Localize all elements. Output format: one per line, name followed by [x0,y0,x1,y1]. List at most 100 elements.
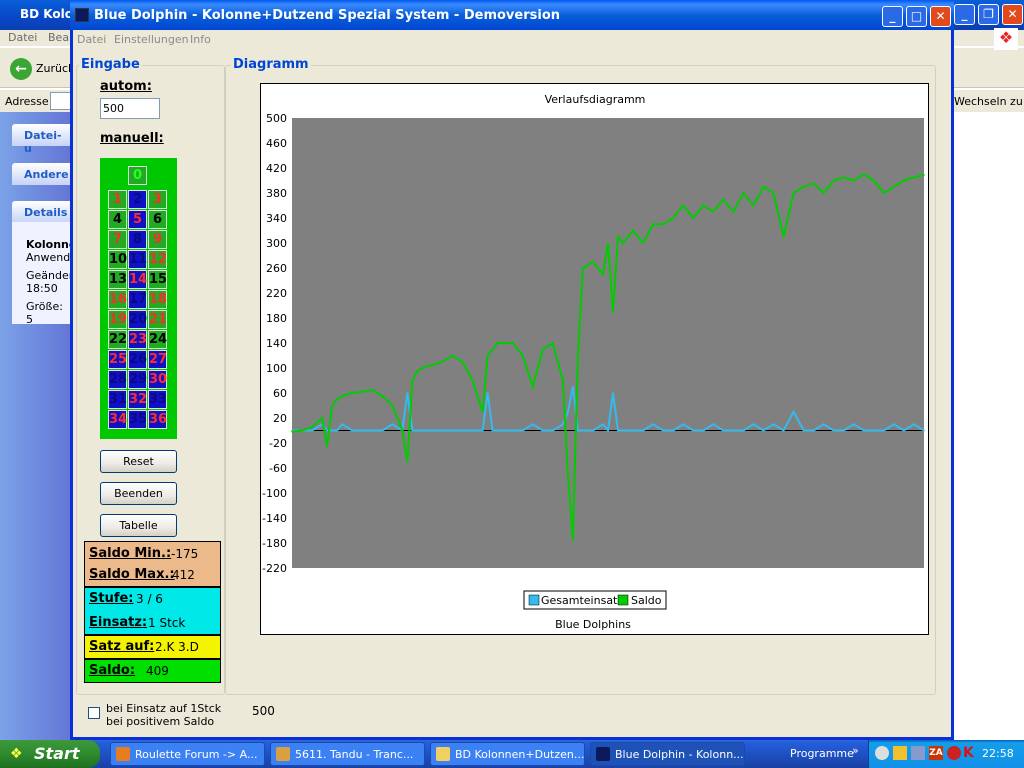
number-5[interactable]: 5 [128,210,147,229]
task-pane-header-files[interactable]: Datei- u [12,124,72,155]
tabelle-button[interactable]: Tabelle [100,514,177,537]
task-roulette-forum[interactable]: Roulette Forum -> A... [110,742,265,766]
bg-close-icon[interactable]: ✕ [1002,4,1023,25]
data-point-saldo [913,176,915,179]
number-1[interactable]: 1 [108,190,127,209]
programme-toolbar[interactable]: Programme [790,747,854,760]
clock[interactable]: 22:58 [982,747,1014,760]
minimize-icon[interactable]: _ [882,6,903,27]
number-13[interactable]: 13 [108,270,127,289]
maximize-icon[interactable]: □ [906,6,927,27]
einsatz-checkbox[interactable] [88,707,100,719]
network-icon[interactable] [893,746,907,760]
data-point-gesamteinsatz [421,429,424,432]
number-32[interactable]: 32 [128,390,147,409]
number-20[interactable]: 20 [128,310,147,329]
data-point-gesamteinsatz [742,429,745,432]
number-36[interactable]: 36 [148,410,167,429]
expand-chevron-icon[interactable]: » [852,744,859,757]
data-point-gesamteinsatz [541,429,544,432]
number-6[interactable]: 6 [148,210,167,229]
wechseln-button[interactable]: Wechseln zu [954,95,1023,108]
number-10[interactable]: 10 [108,250,127,269]
data-point-gesamteinsatz [552,429,554,432]
number-12[interactable]: 12 [148,250,167,269]
back-button-label[interactable]: Zurück [36,62,74,75]
number-0[interactable]: 0 [128,166,147,185]
number-29[interactable]: 29 [128,370,147,389]
task-bd-kolonnen[interactable]: BD Kolonnen+Dutzen... [430,742,585,766]
y-tick-label: 20 [273,412,287,425]
bg-menu-bearbeiten[interactable]: Bea [48,31,69,44]
number-28[interactable]: 28 [108,370,127,389]
speaker-icon[interactable] [875,746,889,760]
number-33[interactable]: 33 [148,390,167,409]
stufe-einsatz-panel: Stufe: 3 / 6 Einsatz: 1 Stck [84,587,221,635]
data-point-gesamteinsatz [652,423,654,426]
zonealarm-icon[interactable]: ZA [929,746,943,760]
shield-icon[interactable] [947,746,961,760]
back-arrow-icon[interactable]: ← [10,58,32,80]
data-point-saldo [421,367,424,369]
number-27[interactable]: 27 [148,350,167,369]
number-23[interactable]: 23 [128,330,147,349]
kaspersky-icon[interactable]: K [963,745,974,761]
number-14[interactable]: 14 [128,270,147,289]
data-point-gesamteinsatz [842,429,845,432]
details-name: Kolonne [26,238,77,251]
menu-einstellungen[interactable]: Einstellungen [114,33,189,46]
data-point-saldo [461,360,464,363]
data-point-gesamteinsatz [582,429,584,432]
autom-input[interactable] [100,98,160,119]
task-tandu[interactable]: 5611. Tandu - Tranc... [270,742,425,766]
number-16[interactable]: 16 [108,290,127,309]
app-icon [596,747,610,761]
number-26[interactable]: 26 [128,350,147,369]
address-label: Adresse [5,95,49,108]
menu-datei[interactable]: Datei [77,33,106,46]
number-22[interactable]: 22 [108,330,127,349]
data-point-saldo [893,185,895,188]
number-35[interactable]: 35 [128,410,147,429]
data-point-saldo [451,354,454,357]
number-2[interactable]: 2 [128,190,147,209]
number-21[interactable]: 21 [148,310,167,329]
data-point-gesamteinsatz [381,429,384,432]
eingabe-label: Eingabe [79,57,142,72]
number-18[interactable]: 18 [148,290,167,309]
number-9[interactable]: 9 [148,230,167,249]
task-pane-header-details[interactable]: Details [12,201,72,223]
number-17[interactable]: 17 [128,290,147,309]
bg-minimize-icon[interactable]: _ [954,4,975,25]
window-titlebar[interactable]: Blue Dolphin - Kolonne+Dutzend Spezial S… [70,0,954,30]
y-tick-label: 420 [266,162,287,175]
number-7[interactable]: 7 [108,230,127,249]
number-24[interactable]: 24 [148,330,167,349]
data-point-saldo [632,229,634,232]
data-point-gesamteinsatz [326,429,328,432]
reset-button[interactable]: Reset [100,450,177,473]
number-19[interactable]: 19 [108,310,127,329]
number-30[interactable]: 30 [148,370,167,389]
data-point-saldo [672,217,675,219]
number-31[interactable]: 31 [108,390,127,409]
display-icon[interactable] [911,746,925,760]
menu-info[interactable]: Info [190,33,211,46]
task-pane-header-other[interactable]: Andere [12,163,72,185]
data-point-saldo [903,179,905,182]
number-4[interactable]: 4 [108,210,127,229]
bg-menu-datei[interactable]: Datei [8,31,37,44]
task-blue-dolphin[interactable]: Blue Dolphin - Kolonn... [590,742,745,766]
number-11[interactable]: 11 [128,250,147,269]
close-icon[interactable]: ✕ [930,6,951,27]
bg-restore-icon[interactable]: ❐ [978,4,999,25]
number-25[interactable]: 25 [108,350,127,369]
number-34[interactable]: 34 [108,410,127,429]
number-3[interactable]: 3 [148,190,167,209]
details-changed-time: 18:50 [26,282,58,295]
data-point-gesamteinsatz [351,429,353,432]
beenden-button[interactable]: Beenden [100,482,177,505]
number-8[interactable]: 8 [128,230,147,249]
number-15[interactable]: 15 [148,270,167,289]
legend-label-saldo: Saldo [631,594,662,607]
